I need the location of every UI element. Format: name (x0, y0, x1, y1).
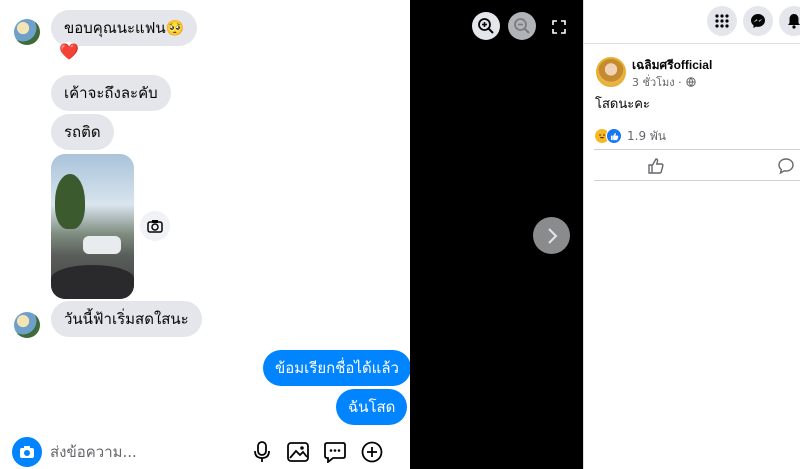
author-avatar[interactable] (596, 57, 626, 87)
chevron-right-icon[interactable] (533, 217, 570, 254)
like-icon[interactable] (646, 156, 666, 176)
outgoing-message[interactable]: ข้อมเรียกชื่อได้แล้ว (263, 350, 410, 386)
post-text: โสดนะคะ (595, 97, 650, 112)
zoom-in-icon[interactable] (472, 12, 500, 40)
photo-viewer (410, 0, 583, 469)
globe-icon (686, 77, 696, 87)
zoom-out-icon[interactable] (508, 12, 536, 40)
like-reaction-icon (606, 128, 622, 144)
heart-reaction[interactable]: ❤️ (58, 42, 80, 62)
camera-icon[interactable] (12, 437, 42, 467)
incoming-message[interactable]: วันนี้ฟ้าเริ่มสดใสนะ (51, 301, 202, 337)
sender-avatar[interactable] (14, 19, 40, 45)
fullscreen-icon[interactable] (551, 19, 567, 35)
reaction-count: 1.9 พัน (627, 128, 667, 143)
sticker-icon[interactable] (323, 440, 347, 464)
incoming-message[interactable]: ขอบคุณนะแฟน🥺 (51, 10, 198, 46)
apps-grid-icon[interactable] (707, 6, 737, 36)
top-bar (584, 0, 800, 44)
image-icon[interactable] (286, 440, 310, 464)
messenger-icon[interactable] (743, 6, 773, 36)
incoming-photo[interactable] (51, 154, 134, 299)
post-timestamp[interactable]: 3 ชั่วโมง · (632, 73, 696, 91)
outgoing-message[interactable]: ฉันโสด (336, 389, 408, 425)
timestamp-text: 3 ชั่วโมง · (632, 76, 682, 89)
post-panel: เฉลิมศรีofficial 3 ชั่วโมง · โสดนะคะ 1.9… (583, 0, 800, 469)
incoming-message[interactable]: รถติด (51, 114, 114, 150)
plus-icon[interactable] (360, 440, 384, 464)
post-actions (594, 149, 800, 181)
comment-icon[interactable] (776, 156, 796, 176)
reaction-summary[interactable]: 1.9 พัน (594, 128, 666, 144)
microphone-icon[interactable] (250, 440, 274, 464)
incoming-message[interactable]: เค้าจะถึงละคับ (51, 75, 171, 111)
sender-avatar[interactable] (14, 312, 40, 338)
message-input[interactable] (44, 439, 234, 465)
notifications-icon[interactable] (779, 6, 800, 36)
message-composer (0, 433, 410, 469)
chat-panel: ขอบคุณนะแฟน🥺 ❤️ เค้าจะถึงละคับ รถติด วัน… (0, 0, 410, 469)
camera-icon[interactable] (140, 211, 170, 241)
